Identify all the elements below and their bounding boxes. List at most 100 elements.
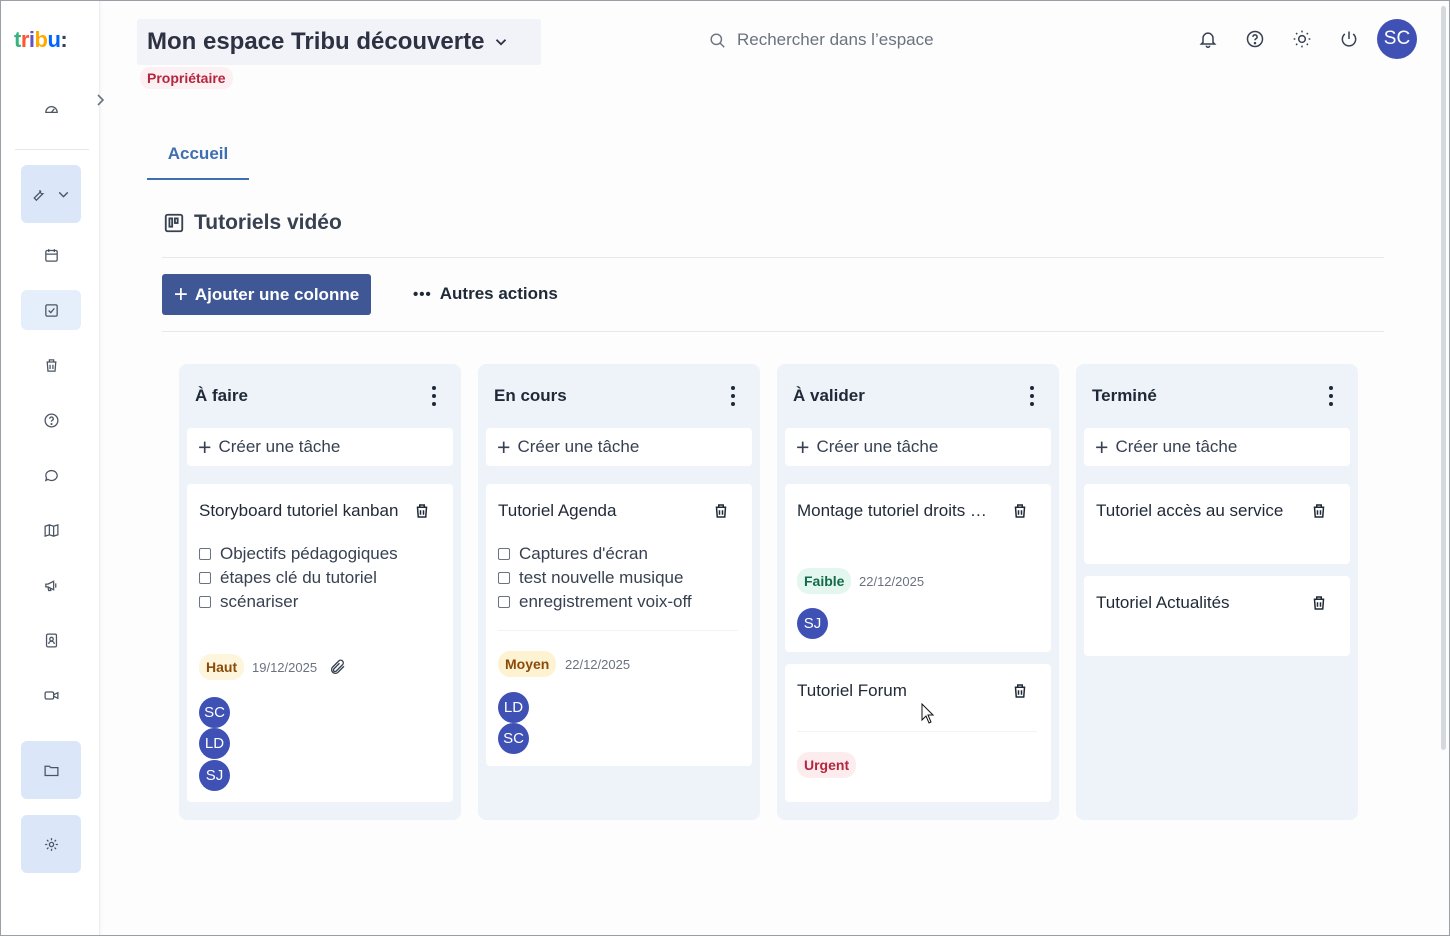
checklist-item[interactable]: Objectifs pédagogiques: [199, 542, 398, 566]
logo-letter: :: [60, 27, 68, 52]
assignee-avatar[interactable]: SJ: [797, 608, 828, 639]
plus-icon: +: [173, 280, 188, 308]
delete-task-trash-icon[interactable]: [413, 502, 431, 520]
assignee-avatar[interactable]: LD: [199, 728, 230, 759]
user-avatar[interactable]: SC: [1377, 19, 1417, 59]
assignee-avatar[interactable]: SJ: [199, 760, 230, 791]
sidebar-divider: [15, 149, 89, 150]
sidebar-item-calendar[interactable]: [21, 235, 81, 275]
checkbox[interactable]: [199, 572, 211, 584]
priority-badge: Moyen: [498, 651, 557, 677]
checkbox[interactable]: [498, 572, 510, 584]
board-heading: Tutoriels vidéo: [163, 211, 342, 235]
help-icon: [1246, 30, 1264, 48]
divider: [498, 630, 738, 631]
create-task-button[interactable]: + Créer une tâche: [1084, 428, 1350, 466]
plus-icon: +: [1095, 433, 1109, 460]
theme-toggle-button[interactable]: [1292, 29, 1312, 49]
task-title: Tutoriel Forum: [797, 681, 907, 700]
ellipsis-icon: •••: [413, 285, 432, 303]
task-card[interactable]: Montage tutoriel droits d'accès Faible 2…: [785, 484, 1051, 652]
wrench-icon: [33, 189, 45, 201]
plus-icon: +: [198, 433, 212, 460]
sidebar-item-tools[interactable]: [21, 165, 81, 223]
create-task-button[interactable]: + Créer une tâche: [187, 428, 453, 466]
delete-task-trash-icon[interactable]: [1310, 502, 1328, 520]
add-column-button[interactable]: + Ajouter une colonne: [162, 274, 371, 315]
delete-task-trash-icon[interactable]: [1011, 502, 1029, 520]
create-task-label: Créer une tâche: [1115, 437, 1238, 456]
page-scrollbar[interactable]: [1441, 6, 1446, 750]
checkbox[interactable]: [199, 548, 211, 560]
checkbox[interactable]: [498, 548, 510, 560]
dashboard-icon: [44, 105, 58, 113]
column-menu-kebab-icon[interactable]: [1328, 386, 1334, 406]
task-card[interactable]: Tutoriel Actualités: [1084, 576, 1350, 656]
sidebar-item-contacts[interactable]: [21, 620, 81, 660]
sidebar-item-map[interactable]: [21, 510, 81, 550]
sidebar-item-tasks[interactable]: [21, 290, 81, 330]
due-date: 22/12/2025: [565, 657, 631, 672]
due-date: 22/12/2025: [859, 574, 925, 589]
sidebar: tribu:: [1, 1, 105, 935]
checkbox[interactable]: [498, 596, 510, 608]
checklist-item[interactable]: Captures d'écran: [498, 542, 692, 566]
sidebar-item-news[interactable]: [21, 565, 81, 605]
tribu-logo[interactable]: tribu:: [14, 27, 68, 53]
sidebar-expand-chevron-icon[interactable]: [93, 91, 109, 109]
more-actions-button[interactable]: ••• Autres actions: [413, 281, 558, 307]
sidebar-item-help[interactable]: [21, 400, 81, 440]
column-menu-kebab-icon[interactable]: [1029, 386, 1035, 406]
sidebar-item-forum[interactable]: [21, 455, 81, 495]
notifications-button[interactable]: [1198, 29, 1218, 49]
task-title: Montage tutoriel droits d'accès: [797, 501, 993, 520]
search-input[interactable]: [737, 30, 997, 50]
chevron-down-icon: [496, 39, 507, 46]
delete-task-trash-icon[interactable]: [1011, 682, 1029, 700]
checklist-item[interactable]: test nouvelle musique: [498, 566, 692, 590]
assignee-avatar[interactable]: SC: [498, 723, 529, 754]
priority-badge: Haut: [199, 654, 245, 680]
checklist-item-label: étapes clé du tutoriel: [220, 568, 377, 587]
column-title: En cours: [494, 386, 567, 405]
tab-accueil[interactable]: Accueil: [147, 134, 249, 180]
checkbox[interactable]: [199, 596, 211, 608]
delete-task-trash-icon[interactable]: [712, 502, 730, 520]
task-card[interactable]: Storyboard tutoriel kanban Objectifs péd…: [187, 484, 453, 802]
folder-icon: [43, 765, 59, 776]
search-bar: [708, 27, 1008, 53]
task-card[interactable]: Tutoriel Agenda Captures d'écran test no…: [486, 484, 752, 766]
column-menu-kebab-icon[interactable]: [431, 386, 437, 406]
help-button[interactable]: [1245, 29, 1265, 49]
sidebar-item-trash[interactable]: [21, 345, 81, 385]
create-task-label: Créer une tâche: [218, 437, 341, 456]
chevron-down-icon: [58, 191, 69, 198]
create-task-button[interactable]: + Créer une tâche: [785, 428, 1051, 466]
help-icon: [43, 412, 59, 428]
checklist-item[interactable]: enregistrement voix-off: [498, 590, 692, 614]
space-selector[interactable]: Mon espace Tribu découverte: [137, 19, 541, 65]
delete-task-trash-icon[interactable]: [1310, 594, 1328, 612]
kanban-column: À valider + Créer une tâche Montage tuto…: [777, 364, 1059, 820]
logout-button[interactable]: [1339, 29, 1359, 49]
sidebar-item-settings[interactable]: [21, 815, 81, 873]
plus-icon: +: [497, 433, 511, 460]
checklist-item-label: test nouvelle musique: [519, 568, 684, 587]
checklist-item[interactable]: étapes clé du tutoriel: [199, 566, 398, 590]
assignee-avatar[interactable]: SC: [199, 697, 230, 728]
column-menu-kebab-icon[interactable]: [730, 386, 736, 406]
checklist-item[interactable]: scénariser: [199, 590, 398, 614]
create-task-button[interactable]: + Créer une tâche: [486, 428, 752, 466]
sidebar-item-video[interactable]: [21, 675, 81, 715]
sun-icon: [1293, 30, 1311, 48]
sidebar-item-dashboard[interactable]: [21, 89, 81, 129]
divider: [162, 331, 1384, 332]
megaphone-icon: [44, 579, 56, 591]
paperclip-icon[interactable]: [329, 658, 347, 676]
sidebar-item-files[interactable]: [21, 741, 81, 799]
task-card[interactable]: Tutoriel accès au service: [1084, 484, 1350, 564]
task-card[interactable]: Tutoriel Forum Urgent: [785, 664, 1051, 802]
assignee-avatar[interactable]: LD: [498, 692, 529, 723]
divider: [162, 257, 1384, 258]
priority-badge: Urgent: [797, 752, 857, 778]
